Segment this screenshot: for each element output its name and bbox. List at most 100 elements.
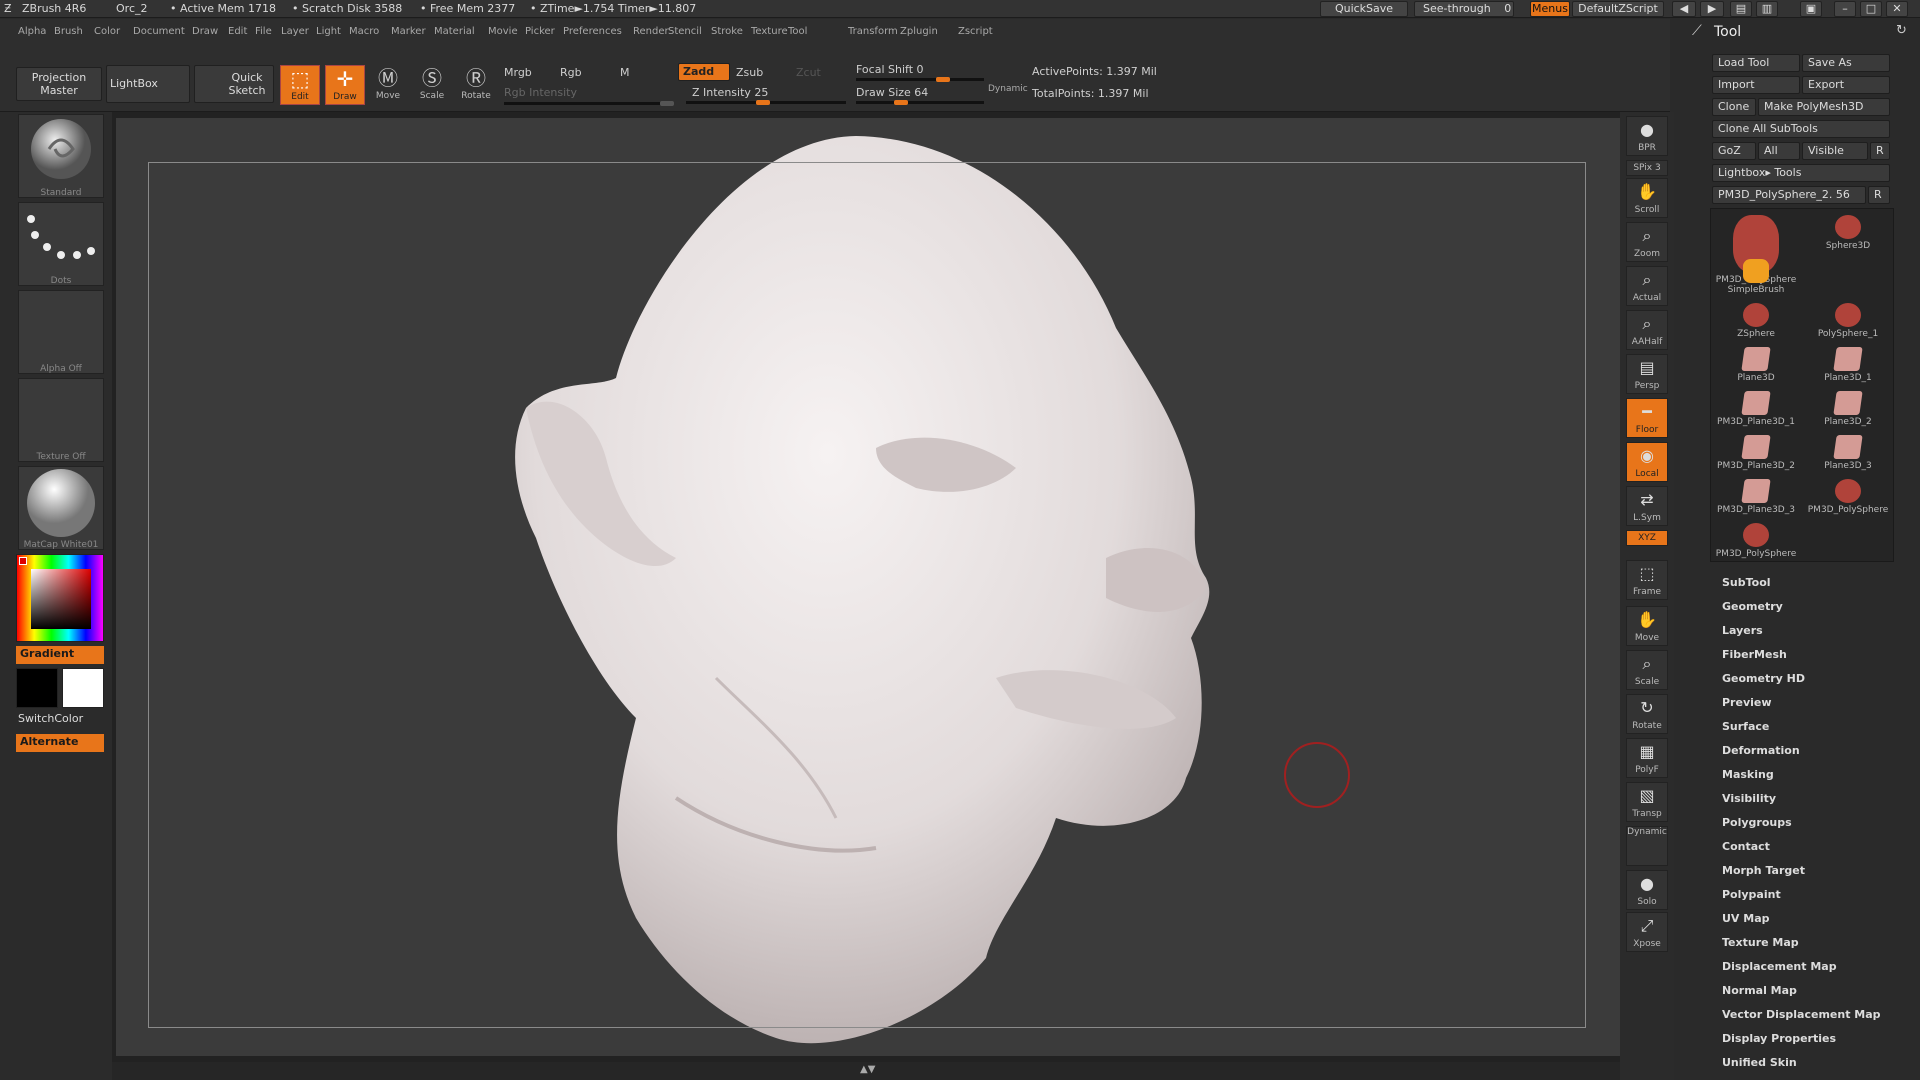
submenu-unified-skin[interactable]: Unified Skin	[1722, 1056, 1797, 1069]
menu-texture[interactable]: Texture	[751, 26, 788, 37]
move-button[interactable]: Ⓜ Move	[368, 65, 408, 105]
rotate-button[interactable]: ↻ Rotate	[1626, 694, 1668, 734]
tool-thumb-polysphere-1[interactable]: PolySphere_1	[1805, 299, 1891, 343]
submenu-displacement-map[interactable]: Displacement Map	[1722, 960, 1837, 973]
submenu-normal-map[interactable]: Normal Map	[1722, 984, 1797, 997]
menu-transform[interactable]: Transform	[848, 26, 898, 37]
actual-button[interactable]: ⌕ Actual	[1626, 266, 1668, 306]
zcut-button[interactable]: Zcut	[796, 66, 821, 79]
mrgb-button[interactable]: Mrgb	[504, 66, 532, 79]
rgb-button[interactable]: Rgb	[560, 66, 582, 79]
main-color-swatch[interactable]	[62, 668, 104, 708]
material-selector[interactable]: MatCap White01	[18, 466, 104, 550]
focal-shift-track[interactable]	[856, 77, 984, 82]
goz-all-button[interactable]: All	[1758, 142, 1800, 160]
menu-brush[interactable]: Brush	[54, 26, 83, 37]
current-tool-r-button[interactable]: R	[1868, 186, 1890, 204]
menu-preferences[interactable]: Preferences	[563, 26, 622, 37]
palette-reset-icon[interactable]: ↻	[1896, 23, 1907, 38]
default-zscript-button[interactable]: DefaultZScript	[1572, 1, 1664, 17]
submenu-layers[interactable]: Layers	[1722, 624, 1763, 637]
quick-sketch-button[interactable]: Quick Sketch	[194, 65, 274, 103]
solo-button[interactable]: ● Solo	[1626, 870, 1668, 910]
rgb-intensity-track[interactable]	[504, 101, 674, 106]
scale-button[interactable]: Ⓢ Scale	[412, 65, 452, 105]
spix-3-button[interactable]: SPix 3	[1626, 160, 1668, 176]
tool-thumb-zsphere[interactable]: ZSphere	[1713, 299, 1799, 343]
tool-thumb-simplebrush[interactable]: SimpleBrush	[1713, 255, 1799, 299]
persp-button[interactable]: ▤ Persp	[1626, 354, 1668, 394]
goz-r-button[interactable]: R	[1870, 142, 1890, 160]
z-intensity-track[interactable]	[686, 100, 846, 105]
floor-button[interactable]: ━ Floor	[1626, 398, 1668, 438]
dynamic-button[interactable]: Dynamic	[988, 84, 1028, 94]
xyz-button[interactable]: XYZ	[1626, 530, 1668, 546]
submenu-geometry[interactable]: Geometry	[1722, 600, 1783, 613]
load-tool-button[interactable]: Load Tool	[1712, 54, 1800, 72]
menu-zscript[interactable]: Zscript	[958, 26, 993, 37]
make-polymesh3d-button[interactable]: Make PolyMesh3D	[1758, 98, 1890, 116]
ui-layout-icon[interactable]: ▤	[1730, 1, 1752, 17]
menu-marker[interactable]: Marker	[391, 26, 426, 37]
zadd-button[interactable]: Zadd	[678, 63, 730, 81]
submenu-subtool[interactable]: SubTool	[1722, 576, 1771, 589]
minimize-icon[interactable]: –	[1834, 1, 1856, 17]
menu-material[interactable]: Material	[434, 26, 475, 37]
see-through-slider[interactable]: See-through 0	[1414, 1, 1514, 17]
xpose-button[interactable]: ⤢ Xpose	[1626, 912, 1668, 952]
rotate-button[interactable]: Ⓡ Rotate	[456, 65, 496, 105]
menu-stroke[interactable]: Stroke	[711, 26, 743, 37]
submenu-masking[interactable]: Masking	[1722, 768, 1774, 781]
texture-selector[interactable]: Texture Off	[18, 378, 104, 462]
menu-document[interactable]: Document	[133, 26, 185, 37]
transp-button[interactable]: ▧ Transp	[1626, 782, 1668, 822]
submenu-uv-map[interactable]: UV Map	[1722, 912, 1770, 925]
draw-size-slider[interactable]: Draw Size 64	[856, 86, 928, 99]
tool-thumb-plane3d-2[interactable]: Plane3D_2	[1805, 387, 1891, 431]
tool-thumb-plane3d-3[interactable]: Plane3D_3	[1805, 431, 1891, 475]
gradient-button[interactable]: Gradient	[16, 646, 104, 664]
export-button[interactable]: Export	[1802, 76, 1890, 94]
submenu-display-properties[interactable]: Display Properties	[1722, 1032, 1836, 1045]
draw-size-track[interactable]	[856, 100, 984, 105]
menu-edit[interactable]: Edit	[228, 26, 247, 37]
menu-layer[interactable]: Layer	[281, 26, 309, 37]
move-button[interactable]: ✋ Move	[1626, 606, 1668, 646]
lock-icon[interactable]: ▣	[1800, 1, 1822, 17]
local-button[interactable]: ◉ Local	[1626, 442, 1668, 482]
edit-button[interactable]: ⬚ Edit	[280, 65, 320, 105]
submenu-preview[interactable]: Preview	[1722, 696, 1772, 709]
layout-prev-icon[interactable]: ◀	[1672, 1, 1696, 17]
focal-shift-slider[interactable]: Focal Shift 0	[856, 63, 924, 76]
quicksave-button[interactable]: QuickSave	[1320, 1, 1408, 17]
scroll-button[interactable]: ✋ Scroll	[1626, 178, 1668, 218]
submenu-morph-target[interactable]: Morph Target	[1722, 864, 1805, 877]
menu-light[interactable]: Light	[316, 26, 341, 37]
rgb-intensity-slider[interactable]: Rgb Intensity	[504, 86, 577, 99]
draw-button[interactable]: ✛ Draw	[325, 65, 365, 105]
tool-thumb-pm3d-plane3d-1[interactable]: PM3D_Plane3D_1	[1713, 387, 1799, 431]
expand-bottom-icon[interactable]: ▲▼	[860, 1064, 875, 1075]
ui-colors-icon[interactable]: ▥	[1756, 1, 1778, 17]
submenu-geometry-hd[interactable]: Geometry HD	[1722, 672, 1805, 685]
submenu-visibility[interactable]: Visibility	[1722, 792, 1776, 805]
menu-picker[interactable]: Picker	[525, 26, 555, 37]
current-tool-slider[interactable]: PM3D_PolySphere_2. 56	[1712, 186, 1866, 204]
menu-macro[interactable]: Macro	[349, 26, 379, 37]
m-button[interactable]: M	[620, 66, 630, 79]
submenu-polygroups[interactable]: Polygroups	[1722, 816, 1792, 829]
menu-zplugin[interactable]: Zplugin	[900, 26, 938, 37]
import-button[interactable]: Import	[1712, 76, 1800, 94]
bottom-shelf[interactable]: ▲▼	[112, 1062, 1622, 1080]
color-saturation-square[interactable]	[31, 569, 91, 629]
tool-thumb-pm3d-polysphere[interactable]: PM3D_PolySphere	[1805, 475, 1891, 519]
submenu-deformation[interactable]: Deformation	[1722, 744, 1800, 757]
submenu-surface[interactable]: Surface	[1722, 720, 1769, 733]
lightbox-button[interactable]: LightBox	[106, 65, 190, 103]
secondary-color-swatch[interactable]	[16, 668, 58, 708]
clone-button[interactable]: Clone	[1712, 98, 1756, 116]
brush-selector[interactable]: Standard	[18, 114, 104, 198]
zoom-button[interactable]: ⌕ Zoom	[1626, 222, 1668, 262]
palette-pin-icon[interactable]: ⟋	[1692, 23, 1702, 39]
maximize-icon[interactable]: □	[1860, 1, 1882, 17]
